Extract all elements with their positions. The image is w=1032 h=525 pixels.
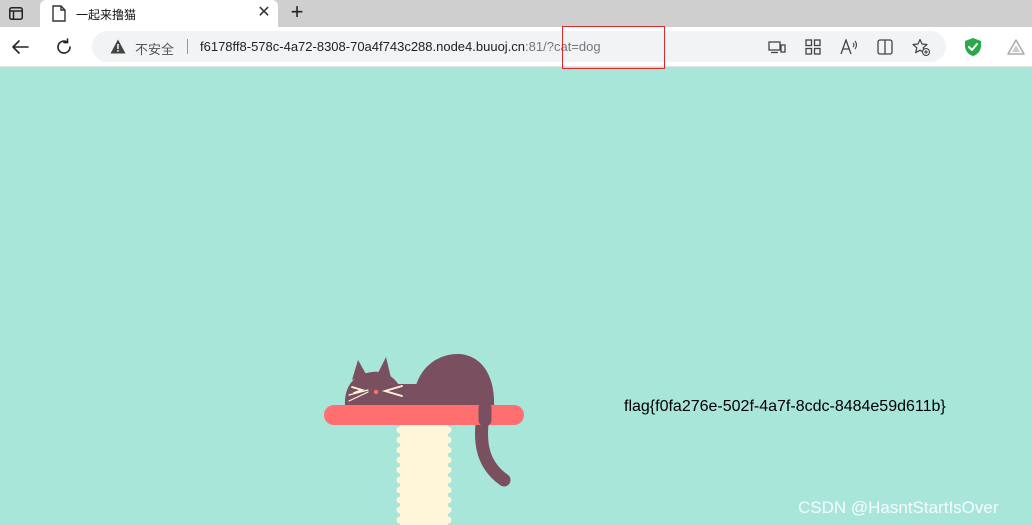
plus-icon[interactable]: +: [286, 1, 308, 24]
warning-icon[interactable]: [110, 39, 126, 54]
sleeping-cat-illustration: [324, 353, 524, 525]
add-favorite-icon[interactable]: [912, 38, 930, 56]
tab-strip: 一起来撸猫 ✕ +: [0, 0, 1032, 27]
tab-title: 一起来撸猫: [76, 8, 137, 22]
highlight-box: [562, 26, 665, 69]
refresh-icon[interactable]: [52, 35, 76, 59]
page-icon: [52, 5, 66, 22]
back-arrow-icon[interactable]: [8, 35, 32, 59]
address-bar[interactable]: 不安全 f6178ff8-578c-4a72-8308-70a4f743c288…: [92, 31, 946, 62]
browser-toolbar: 不安全 f6178ff8-578c-4a72-8308-70a4f743c288…: [0, 27, 1032, 67]
page-content: flag{f0fa276e-502f-4a7f-8cdc-8484e59d611…: [0, 68, 1032, 525]
tab-actions-icon[interactable]: [4, 2, 28, 24]
read-aloud-icon[interactable]: [840, 38, 858, 56]
url-text[interactable]: f6178ff8-578c-4a72-8308-70a4f743c288.nod…: [200, 39, 601, 54]
url-host: f6178ff8-578c-4a72-8308-70a4f743c288.nod…: [200, 39, 526, 54]
close-icon[interactable]: ✕: [256, 5, 272, 21]
shield-icon[interactable]: [963, 37, 983, 57]
divider: [187, 39, 188, 54]
profile-icon[interactable]: [1006, 37, 1026, 57]
cast-icon[interactable]: [768, 38, 786, 56]
flag-text: flag{f0fa276e-502f-4a7f-8cdc-8484e59d611…: [624, 398, 946, 415]
scratching-post: [396, 420, 452, 525]
cat-platform: [324, 405, 524, 425]
apps-icon[interactable]: [804, 38, 822, 56]
browser-tab[interactable]: 一起来撸猫 ✕: [40, 0, 278, 27]
split-screen-icon[interactable]: [876, 38, 894, 56]
security-label[interactable]: 不安全: [135, 39, 174, 58]
watermark: CSDN @HasntStartIsOver: [798, 498, 999, 517]
